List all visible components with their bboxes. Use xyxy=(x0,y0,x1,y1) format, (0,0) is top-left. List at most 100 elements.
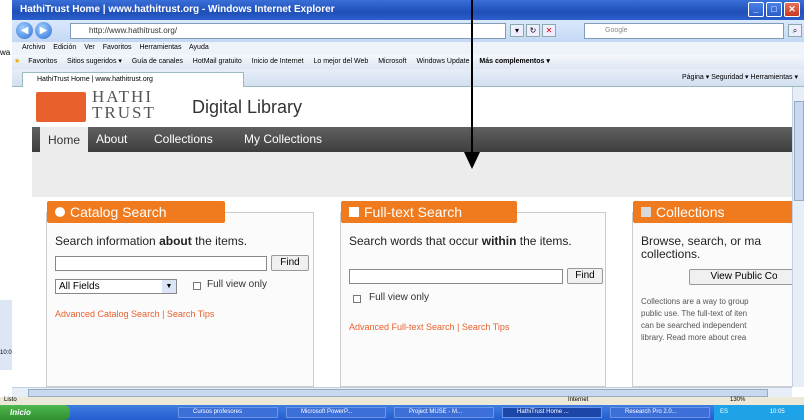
menu-item-ayuda[interactable]: Ayuda xyxy=(189,44,209,51)
full-view-label: Full view only xyxy=(207,279,268,290)
fav-link[interactable]: Inicio de Internet xyxy=(252,58,304,65)
nav-collections[interactable]: Collections xyxy=(154,132,213,146)
heading-text: Search words that occur xyxy=(349,234,482,248)
catalog-search-tab: Catalog Search xyxy=(47,201,225,223)
chevron-down-icon: ▼ xyxy=(162,280,176,293)
menu-item-ver[interactable]: Ver xyxy=(84,44,95,51)
address-row: ◀ ▶ http://www.hathitrust.org/ ▾ ↻ ✕ Goo… xyxy=(12,20,804,42)
command-bar[interactable]: Página ▾ Seguridad ▾ Herramientas ▾ xyxy=(682,73,798,81)
favorites-button[interactable]: Favoritos xyxy=(28,58,57,65)
fav-link[interactable]: HotMail gratuito xyxy=(193,58,242,65)
heading-text: the items. xyxy=(516,234,572,248)
zoom-level[interactable]: 130% xyxy=(730,397,745,403)
catalog-search-panel: Catalog Search Search information about … xyxy=(46,201,314,387)
hero-band xyxy=(32,152,792,197)
background-window-text: wa xyxy=(0,48,11,57)
advanced-catalog-link[interactable]: Advanced Catalog Search | Search Tips xyxy=(55,309,214,319)
fav-link[interactable]: Windows Update xyxy=(417,58,470,65)
back-arrow-icon[interactable]: ◀ xyxy=(16,22,33,39)
collections-panel: Collections Browse, search, or ma collec… xyxy=(632,201,792,387)
menu-item-edicion[interactable]: Edición xyxy=(53,44,76,51)
nav-about[interactable]: About xyxy=(96,132,127,146)
panel-title: Collections xyxy=(656,204,725,220)
collections-description: Collections are a way to group public us… xyxy=(641,296,792,344)
site-logo[interactable]: HATHI TRUST xyxy=(92,88,156,122)
minimize-button[interactable]: _ xyxy=(748,2,764,17)
panel-title: Catalog Search xyxy=(70,204,167,220)
fav-link[interactable]: Más complementos ▾ xyxy=(479,58,549,65)
panel-heading: Browse, search, or ma collections. xyxy=(641,234,762,261)
stop-icon[interactable]: ✕ xyxy=(542,24,556,37)
catalog-icon xyxy=(55,207,65,217)
taskbar-item[interactable]: Microsoft PowerP... xyxy=(286,407,386,418)
address-input[interactable]: http://www.hathitrust.org/ xyxy=(70,23,506,39)
desc-line: Collections are a way to group xyxy=(641,297,749,306)
panel-title: Full-text Search xyxy=(364,204,463,220)
full-view-label: Full view only xyxy=(369,292,430,303)
star-icon[interactable]: ★ xyxy=(14,58,20,65)
desc-line: library. Read more about crea xyxy=(641,333,747,342)
scroll-thumb[interactable] xyxy=(794,101,804,201)
taskbar-item[interactable]: Cursos profesores xyxy=(178,407,278,418)
background-window-edge: 10:0 xyxy=(0,300,12,370)
fulltext-search-panel: Full-text Search Search words that occur… xyxy=(340,201,606,387)
fulltext-search-input[interactable] xyxy=(349,269,563,284)
clock: 10:05 xyxy=(769,409,785,415)
field-select[interactable]: All Fields ▼ xyxy=(55,279,177,294)
select-value: All Fields xyxy=(59,281,100,292)
heading-text: the items. xyxy=(191,234,248,248)
nav-home[interactable]: Home xyxy=(40,127,89,152)
catalog-find-button[interactable]: Find xyxy=(271,255,309,271)
dropdown-icon[interactable]: ▾ xyxy=(510,24,524,37)
start-button[interactable]: Inicio xyxy=(0,405,70,420)
tab-hathitrust[interactable]: HathiTrust Home | www.hathitrust.org xyxy=(22,72,244,87)
fulltext-find-button[interactable]: Find xyxy=(567,268,603,284)
menu-item-favoritos[interactable]: Favoritos xyxy=(103,44,132,51)
menu-item-herramientas[interactable]: Herramientas xyxy=(139,44,181,51)
tab-row: HathiTrust Home | www.hathitrust.org Pág… xyxy=(12,69,804,87)
taskbar-item-active[interactable]: HathiTrust Home ... xyxy=(502,407,602,418)
taskbar-item[interactable]: Research Pro 2.0... xyxy=(610,407,710,418)
elephant-logo-icon xyxy=(36,92,86,122)
system-tray: ES 10:05 xyxy=(714,405,804,420)
heading-bold: about xyxy=(159,234,192,248)
menubar: Archivo Edición Ver Favoritos Herramient… xyxy=(12,42,804,55)
site-subtitle: Digital Library xyxy=(192,97,303,117)
background-window-text: 10:0 xyxy=(0,350,12,356)
folder-icon xyxy=(641,207,651,217)
close-button[interactable]: ✕ xyxy=(784,2,800,17)
fav-link[interactable]: Lo mejor del Web xyxy=(314,58,369,65)
internet-zone: Internet xyxy=(568,397,589,403)
full-view-checkbox[interactable] xyxy=(353,295,361,303)
desc-line: public use. The full-text of iten xyxy=(641,309,748,318)
full-view-checkbox[interactable] xyxy=(193,282,201,290)
language-indicator[interactable]: ES xyxy=(720,409,728,415)
advanced-fulltext-link[interactable]: Advanced Full-text Search | Search Tips xyxy=(349,322,509,332)
collections-tab: Collections xyxy=(633,201,792,223)
maximize-button[interactable]: □ xyxy=(766,2,782,17)
nav-my-collections[interactable]: My Collections xyxy=(244,132,322,146)
logo-line: TRUST xyxy=(92,103,156,122)
vertical-scrollbar[interactable] xyxy=(792,87,804,387)
catalog-search-input[interactable] xyxy=(55,256,267,271)
taskbar-item[interactable]: Project MUSE - M... xyxy=(394,407,494,418)
search-input[interactable]: Google xyxy=(584,23,784,39)
fav-link[interactable]: Guía de canales xyxy=(132,58,183,65)
search-icon[interactable]: ⌕ xyxy=(788,24,802,37)
scroll-thumb[interactable] xyxy=(28,389,768,397)
site-nav: Home About Collections My Collections xyxy=(32,127,792,152)
fav-link[interactable]: Microsoft xyxy=(378,58,406,65)
book-icon xyxy=(349,207,359,217)
heading-text: Search information xyxy=(55,234,160,248)
menu-item-archivo[interactable]: Archivo xyxy=(22,44,45,51)
horizontal-scrollbar[interactable] xyxy=(12,387,792,397)
forward-arrow-icon[interactable]: ▶ xyxy=(35,22,52,39)
window-title: HathiTrust Home | www.hathitrust.org - W… xyxy=(20,4,335,15)
favorites-bar: ★ Favoritos Sitios sugeridos ▾ Guía de ca… xyxy=(12,55,804,69)
refresh-icon[interactable]: ↻ xyxy=(526,24,540,37)
panel-heading: Search words that occur within the items… xyxy=(349,235,599,248)
window-titlebar: HathiTrust Home | www.hathitrust.org - W… xyxy=(12,0,804,20)
view-public-collections-button[interactable]: View Public Co xyxy=(689,269,792,285)
fav-link[interactable]: Sitios sugeridos ▾ xyxy=(67,58,122,65)
status-bar: Listo Internet 130% xyxy=(0,397,804,405)
